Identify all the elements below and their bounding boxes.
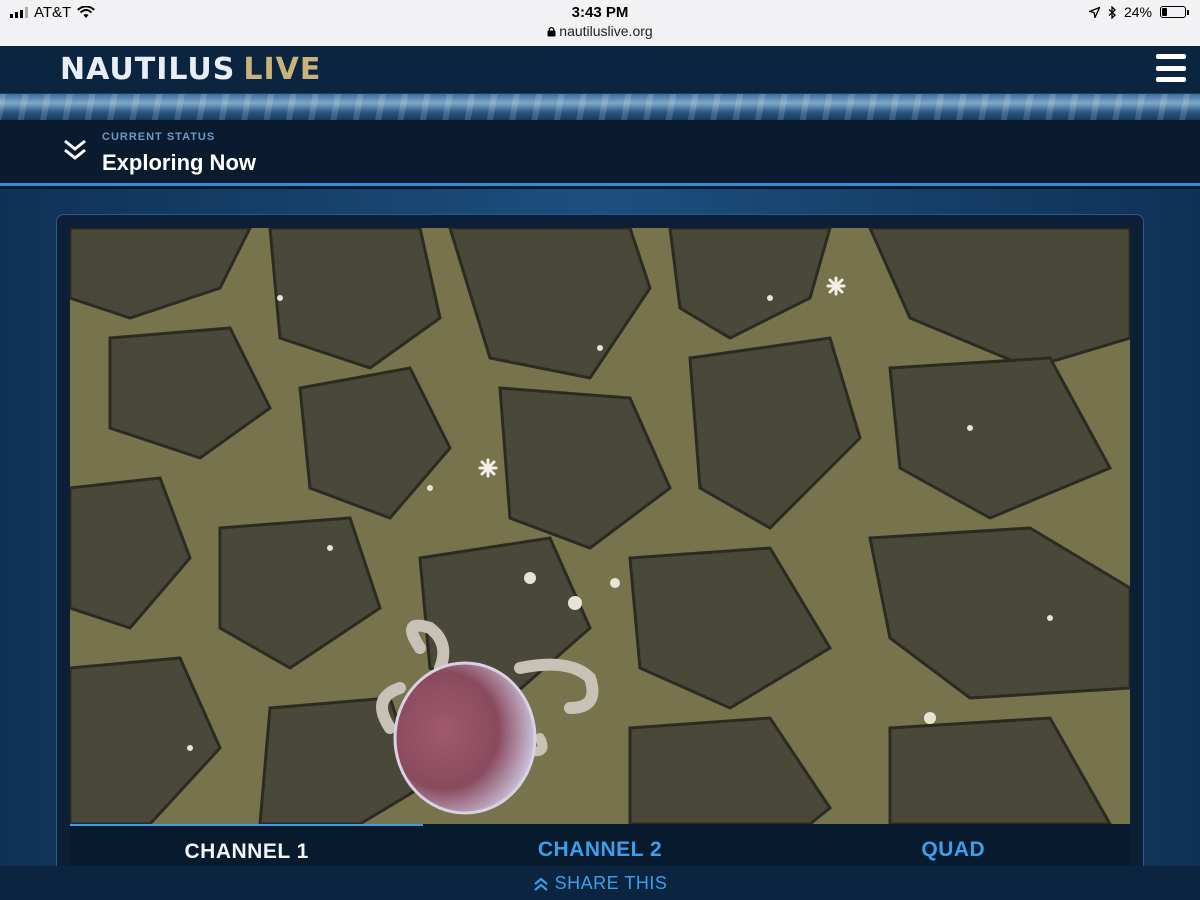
- double-chevron-up-icon: [533, 877, 548, 891]
- channel-tabs: CHANNEL 1 CHANNEL 2 QUAD: [70, 824, 1130, 866]
- share-bar: SHARE THIS: [0, 866, 1200, 900]
- lock-icon: [547, 26, 556, 37]
- hamburger-menu-icon[interactable]: [1156, 54, 1186, 82]
- ocean-wave-banner: [0, 94, 1200, 120]
- bluetooth-icon: [1108, 5, 1116, 19]
- logo-text-live: LIVE: [243, 52, 322, 87]
- logo-text-nautilus: NAUTILUS: [60, 52, 236, 87]
- double-chevron-down-icon[interactable]: [62, 138, 88, 162]
- device-status-bar: AT&T 3:43 PM nautiluslive.org 24%: [0, 0, 1200, 46]
- clock: 3:43 PM: [571, 4, 629, 21]
- battery-icon: [1160, 6, 1189, 18]
- system-indicators: 24%: [1088, 4, 1189, 20]
- current-status-value: Exploring Now: [102, 150, 256, 175]
- tab-quad[interactable]: QUAD: [777, 824, 1130, 866]
- url-text: nautiluslive.org: [559, 23, 653, 39]
- share-button[interactable]: SHARE THIS: [533, 873, 668, 894]
- nautilus-live-logo[interactable]: NAUTILUS LIVE: [60, 52, 321, 87]
- tab-channel-2[interactable]: CHANNEL 2: [423, 824, 776, 866]
- current-status-label: CURRENT STATUS: [102, 131, 216, 143]
- tab-channel-1[interactable]: CHANNEL 1: [70, 824, 424, 866]
- site-header: NAUTILUS LIVE: [0, 46, 1200, 94]
- battery-percentage: 24%: [1123, 4, 1152, 20]
- location-arrow-icon: [1088, 6, 1100, 18]
- seafloor-video-frame: [70, 228, 1130, 824]
- share-label: SHARE THIS: [554, 873, 668, 893]
- address-bar[interactable]: nautiluslive.org: [0, 23, 1200, 39]
- live-video-feed[interactable]: [70, 228, 1130, 824]
